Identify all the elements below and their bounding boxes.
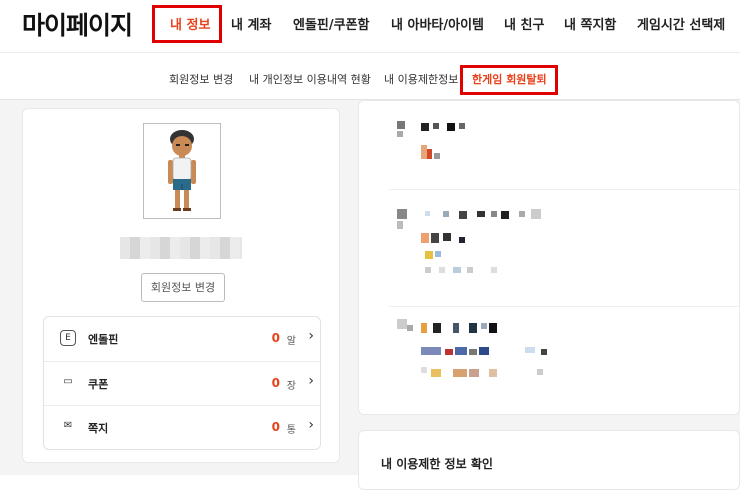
stat-row-endorphin[interactable]: E 엔돌핀 0 알 › (44, 317, 322, 361)
stat-label: 쪽지 (88, 422, 109, 435)
nav-tab-friends[interactable]: 내 친구 (504, 14, 544, 38)
edit-profile-button[interactable]: 회원정보 변경 (141, 273, 225, 302)
stat-value: 0 (271, 376, 280, 390)
account-info-card (358, 100, 740, 415)
nav-tab-game-time[interactable]: 게임시간 선택제 (637, 14, 725, 38)
message-icon: ✉ (63, 420, 73, 431)
highlight-box-withdraw (460, 65, 558, 95)
nav-tab-messages[interactable]: 내 쪽지함 (564, 14, 616, 38)
nav-tab-my-account[interactable]: 내 계좌 (231, 14, 271, 38)
chevron-right-icon: › (308, 417, 314, 433)
restriction-section-title: 내 이용제한 정보 확인 (381, 457, 493, 471)
chevron-right-icon: › (308, 328, 314, 344)
page-title: 마이페이지 (22, 11, 133, 40)
endorphin-icon: E (60, 330, 76, 346)
stat-label: 쿠폰 (88, 378, 109, 391)
nav-tab-avatar-item[interactable]: 내 아바타/아이템 (391, 14, 484, 38)
stat-label: 엔돌핀 (88, 333, 119, 346)
subnav-edit-info[interactable]: 회원정보 변경 (169, 71, 233, 87)
coupon-icon: ▭ (63, 376, 73, 387)
nav-tab-endorphin-coupon[interactable]: 엔돌핀/쿠폰함 (293, 14, 370, 38)
stat-unit: 알 (286, 336, 296, 347)
divider (389, 306, 740, 307)
stat-value: 0 (271, 331, 280, 345)
chevron-right-icon: › (308, 373, 314, 389)
divider (389, 189, 740, 190)
stat-unit: 통 (286, 425, 296, 436)
blurred-username (120, 237, 242, 259)
subnav-privacy-usage[interactable]: 내 개인정보 이용내역 현황 (249, 71, 371, 87)
highlight-box-my-info (152, 5, 222, 43)
stat-row-message[interactable]: ✉ 쪽지 0 통 › (44, 405, 322, 449)
restriction-card: 내 이용제한 정보 확인 (358, 430, 740, 490)
assets-summary: E 엔돌핀 0 알 › ▭ 쿠폰 0 장 › ✉ 쪽지 0 통 › (43, 316, 322, 450)
stat-unit: 장 (286, 381, 296, 392)
stat-value: 0 (271, 420, 280, 434)
sub-nav: 회원정보 변경 내 개인정보 이용내역 현황 내 이용제한정보 한게임 회원탈퇴 (0, 52, 740, 100)
content-area: 회원정보 변경 E 엔돌핀 0 알 › ▭ 쿠폰 0 장 › ✉ 쪽지 0 통 (0, 100, 740, 490)
profile-card: 회원정보 변경 E 엔돌핀 0 알 › ▭ 쿠폰 0 장 › ✉ 쪽지 0 통 (22, 108, 340, 463)
avatar (143, 123, 221, 219)
avatar-figure-icon (168, 130, 196, 211)
stat-row-coupon[interactable]: ▭ 쿠폰 0 장 › (44, 361, 322, 405)
top-header: 마이페이지 내 정보 내 계좌 엔돌핀/쿠폰함 내 아바타/아이템 내 친구 내… (0, 0, 740, 52)
subnav-restriction-info[interactable]: 내 이용제한정보 (384, 71, 458, 87)
